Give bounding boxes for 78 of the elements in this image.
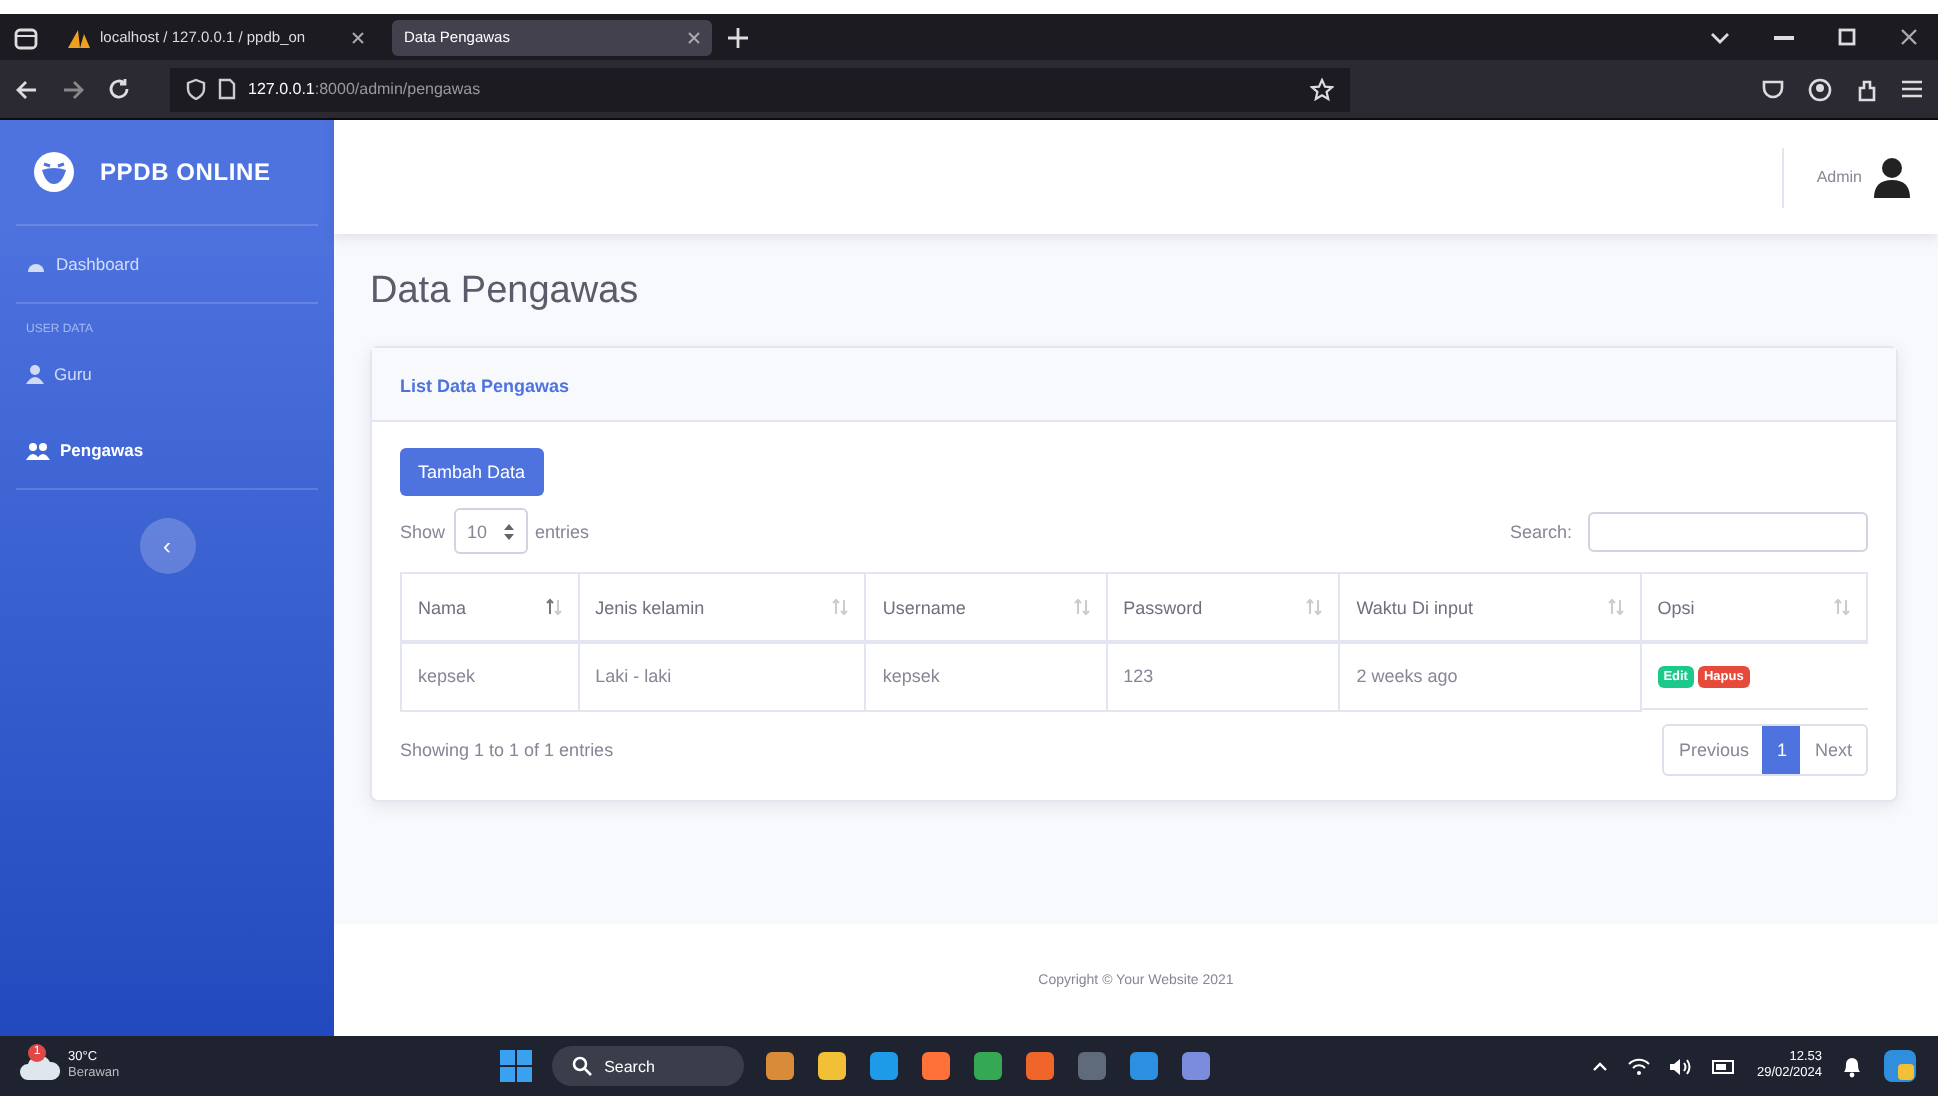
table-info: Showing 1 to 1 of 1 entries: [400, 739, 614, 759]
menu-icon[interactable]: [1902, 80, 1922, 98]
table-cell: Laki - laki: [578, 642, 866, 710]
chevron-down-icon[interactable]: [1710, 31, 1730, 43]
table-cell: kepsek: [865, 642, 1107, 710]
forward-icon[interactable]: [62, 79, 84, 99]
sail-icon: [68, 27, 90, 47]
column-header[interactable]: Jenis kelamin: [578, 573, 866, 642]
chevron-up-icon[interactable]: [1592, 1061, 1609, 1071]
pagination-button[interactable]: 1: [1762, 725, 1801, 773]
sidebar-item[interactable]: Guru: [16, 336, 102, 412]
minimize-icon[interactable]: [1774, 35, 1794, 39]
pagination-button[interactable]: Previous: [1664, 725, 1763, 773]
table-cell: kepsek: [401, 642, 579, 710]
app-icon[interactable]: [816, 1050, 849, 1082]
reload-icon[interactable]: [108, 78, 130, 100]
back-icon[interactable]: [16, 79, 38, 99]
search-label: Search:: [1509, 521, 1572, 541]
brand-name[interactable]: PPDB ONLINE: [100, 158, 271, 186]
account-icon[interactable]: [1808, 77, 1832, 101]
people-icon: [26, 441, 50, 459]
show-label: Show: [400, 521, 446, 541]
person-icon: [26, 364, 44, 384]
restore-icon[interactable]: [1838, 28, 1856, 46]
close-tab-icon[interactable]: [352, 31, 364, 43]
app-icon[interactable]: [1128, 1050, 1161, 1082]
app-icon[interactable]: [972, 1050, 1005, 1082]
search-icon: [572, 1056, 593, 1076]
card-title: List Data Pengawas: [400, 376, 570, 396]
sidebar-item[interactable]: Pengawas: [16, 412, 154, 488]
user-name[interactable]: Admin: [1816, 168, 1862, 186]
url-text: 127.0.0.1:8000/admin/pengawas: [248, 80, 481, 98]
start-icon[interactable]: [500, 1050, 533, 1082]
column-header[interactable]: Password: [1106, 573, 1340, 642]
sort-icon: [1607, 598, 1624, 616]
table-cell: 2 weeks ago: [1339, 642, 1641, 710]
shield-icon: [186, 78, 206, 100]
column-header[interactable]: Nama: [401, 573, 579, 642]
table-cell: 123: [1106, 642, 1340, 710]
close-icon[interactable]: [1900, 28, 1918, 46]
close-tab-icon[interactable]: [688, 31, 700, 43]
extensions-icon[interactable]: [1856, 77, 1878, 101]
new-tab-icon[interactable]: [728, 27, 748, 47]
pagination-button[interactable]: Next: [1800, 725, 1866, 773]
user-silhouette-icon[interactable]: [1874, 157, 1910, 197]
battery-icon[interactable]: [1712, 1059, 1737, 1073]
column-header[interactable]: Waktu Di input: [1339, 573, 1641, 642]
taskbar-search[interactable]: Search: [552, 1046, 745, 1086]
sidebar-toggle-button[interactable]: ‹: [139, 518, 195, 574]
add-data-button[interactable]: Tambah Data: [400, 448, 544, 496]
page-title: Data Pengawas: [370, 270, 641, 314]
column-header[interactable]: Opsi: [1640, 573, 1867, 642]
cloud-icon[interactable]: [20, 1052, 60, 1080]
app-icon[interactable]: [1024, 1050, 1057, 1082]
search-field[interactable]: [1588, 511, 1868, 551]
app-icon[interactable]: [764, 1050, 797, 1082]
updown-icon: [503, 523, 514, 539]
pocket-icon[interactable]: [1762, 79, 1784, 99]
speaker-icon[interactable]: [1670, 1057, 1693, 1075]
laughing-face-icon: [32, 150, 76, 194]
app-icon[interactable]: [868, 1050, 901, 1082]
sort-icon: [1834, 598, 1850, 616]
page-size-select[interactable]: 10: [453, 508, 528, 554]
tab-overview-icon[interactable]: [12, 23, 40, 51]
sidebar-item[interactable]: Dashboard: [16, 226, 150, 302]
star-icon[interactable]: [1310, 77, 1334, 101]
address-bar[interactable]: 127.0.0.1:8000/admin/pengawas: [170, 67, 1350, 111]
sort-icon: [545, 598, 562, 616]
app-icon[interactable]: [920, 1050, 953, 1082]
entries-label: entries: [535, 521, 590, 541]
bell-icon[interactable]: [1842, 1055, 1863, 1077]
sort-icon: [1073, 598, 1090, 616]
wifi-icon[interactable]: [1628, 1057, 1651, 1075]
column-header[interactable]: Username: [865, 573, 1107, 642]
app-icon[interactable]: [1180, 1050, 1213, 1082]
sort-icon: [1306, 598, 1323, 616]
page-icon: [218, 78, 236, 100]
sort-icon: [832, 598, 849, 616]
